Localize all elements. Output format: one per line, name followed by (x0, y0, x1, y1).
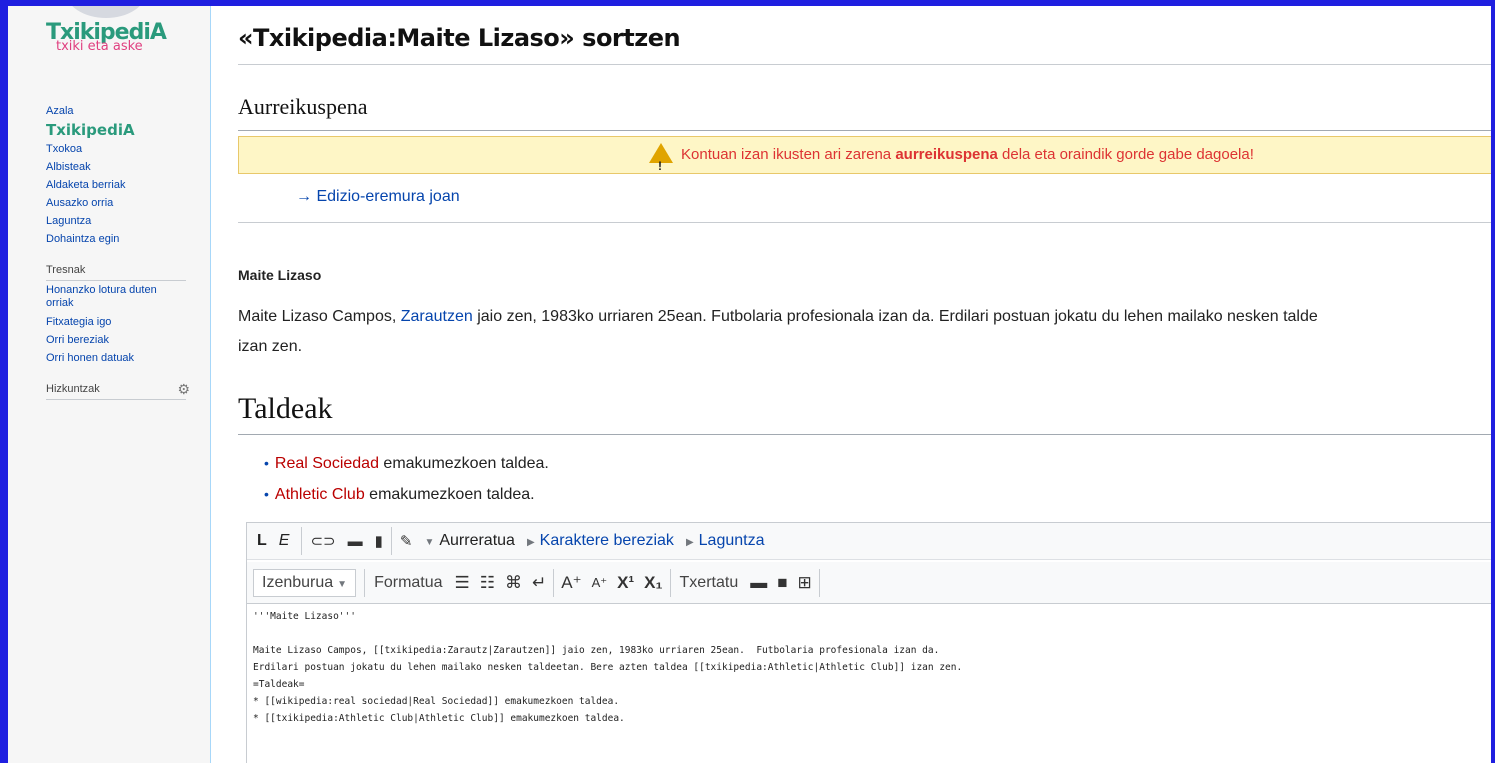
languages-heading-label: Hizkuntzak (46, 383, 100, 395)
image-icon[interactable]: ▬ (342, 533, 369, 550)
warning-text-bold: aurreikuspena (895, 146, 998, 163)
subscript-icon[interactable]: X₁ (639, 573, 667, 593)
preview-divider (238, 130, 1491, 131)
wikitext-line: Erdilari postuan jokatu du lehen mailako… (253, 662, 963, 673)
tools-item-page-info[interactable]: Orri honen datuak (46, 349, 196, 367)
para-text-3: izan zen. (238, 338, 303, 355)
heading-select-value: Izenburua (262, 573, 334, 591)
teams-list: • Real Sociedad emakumezkoen taldea. • Ath… (264, 448, 549, 510)
link-icon[interactable]: ⊂⊃ (304, 532, 341, 550)
nav-item-albisteak[interactable]: Albisteak (46, 158, 196, 176)
link-athletic-club[interactable]: Athletic Club (275, 486, 365, 503)
nav-item-dohaintza[interactable]: Dohaintza egin (46, 230, 196, 248)
main-content: «Txikipedia:Maite Lizaso» sortzen Aurrei… (238, 6, 1491, 763)
editor-toolbar-main: L E ⊂⊃ ▬ ▮ ✎ ▼ Aurreratua ▶ Karaktere bere… (247, 522, 1491, 560)
tools-heading: Tresnak (46, 264, 186, 281)
special-chars-label: Karaktere bereziak (539, 532, 674, 549)
tools-item-upload[interactable]: Fitxategia igo (46, 313, 196, 331)
section-heading-taldeak: Taldeak (238, 392, 333, 425)
editor-toolbar-advanced: Izenburua ▼ Formatua ☰ ☷ ⌘ ↵ A⁺ A⁺ X¹ X₁ … (247, 562, 1491, 604)
file-icon[interactable]: ▮ (369, 532, 389, 550)
goto-divider (238, 222, 1491, 223)
title-divider (238, 64, 1491, 65)
wikitext-line: * [[txikipedia:Athletic Club|Athletic Cl… (253, 713, 625, 724)
link-real-sociedad[interactable]: Real Sociedad (275, 455, 379, 472)
article-name-bold: Maite Lizaso (238, 267, 322, 283)
bullet-icon: • (264, 455, 269, 471)
redirect-icon[interactable]: ■ (772, 573, 792, 593)
big-text-icon[interactable]: A⁺ (556, 573, 586, 593)
nav-item-laguntza[interactable]: Laguntza (46, 212, 196, 230)
numbered-list-icon[interactable]: ☷ (475, 573, 500, 593)
warning-text-end: dela eta oraindik gorde gabe dagoela! (997, 146, 1254, 163)
link-zarautzen[interactable]: Zarautzen (401, 308, 473, 325)
nav-item-txokoa[interactable]: Txokoa (46, 140, 196, 158)
site-logo[interactable]: TxikipediA txiki eta aske (46, 20, 186, 76)
warning-icon (649, 143, 673, 184)
para-text-2: jaio zen, 1983ko urriaren 25ean. Futbola… (472, 308, 1318, 325)
preview-warning-box: Kontuan izan ikusten ari zarena aurreiku… (238, 136, 1491, 184)
nav-item-ausazko-orria[interactable]: Ausazko orria (46, 194, 196, 212)
bulleted-list-icon[interactable]: ☰ (450, 573, 475, 593)
insert-label: Txertatu (679, 573, 739, 591)
toolbar-separator (390, 527, 392, 555)
format-label: Formatua (374, 573, 443, 591)
chevron-right-icon: ▶ (685, 537, 694, 548)
bullet-icon: • (264, 486, 269, 502)
help-tab-label: Laguntza (698, 532, 765, 549)
signature-pencil-icon[interactable]: ✎ (394, 532, 419, 550)
warning-text-start: Kontuan izan ikusten ari zarena (681, 146, 896, 163)
help-tab[interactable]: ▶ Laguntza (680, 532, 771, 550)
logo-tagline: txiki eta aske (56, 39, 143, 54)
team-desc: emakumezkoen taldea. (364, 486, 535, 503)
nav-item-azala[interactable]: Azala (46, 102, 196, 120)
italic-button[interactable]: E (277, 526, 300, 556)
team-desc: emakumezkoen taldea. (378, 455, 549, 472)
article-paragraph: Maite Lizaso Campos, Zarautzen jaio zen,… (238, 302, 1491, 362)
heading-select[interactable]: Izenburua ▼ (253, 568, 357, 597)
bold-button[interactable]: L (247, 526, 277, 556)
gallery-icon[interactable]: ▬ (745, 573, 772, 593)
gear-icon[interactable]: ⚙ (177, 381, 190, 398)
toolbar-separator (818, 568, 820, 597)
toolbar-separator (364, 568, 366, 597)
chevron-right-icon: ▶ (526, 537, 535, 548)
list-item: • Real Sociedad emakumezkoen taldea. (264, 448, 549, 479)
wikitext-line: '''Maite Lizaso''' (253, 611, 356, 622)
para-text-1: Maite Lizaso Campos, (238, 308, 401, 325)
advanced-tab-label: Aurreratua (439, 532, 515, 549)
toolbar-separator (553, 568, 555, 597)
section-divider (238, 434, 1491, 435)
wikitext-line: =Taldeak= (253, 679, 305, 690)
advanced-tab[interactable]: ▼ Aurreratua (418, 532, 521, 550)
page-title: «Txikipedia:Maite Lizaso» sortzen (238, 24, 681, 52)
nav-item-txikipedia[interactable]: TxikipediA (46, 120, 196, 140)
newline-icon[interactable]: ↵ (527, 573, 551, 593)
chevron-down-icon: ▼ (424, 537, 435, 548)
sidebar: TxikipediA txiki eta aske Azala Txikiped… (8, 6, 211, 763)
superscript-icon[interactable]: X¹ (612, 573, 639, 593)
tools-item-special-pages[interactable]: Orri bereziak (46, 331, 196, 349)
sidebar-nav: Azala TxikipediA Txokoa Albisteak Aldake… (46, 102, 196, 400)
nav-item-aldaketa-berriak[interactable]: Aldaketa berriak (46, 176, 196, 194)
preview-heading: Aurreikuspena (238, 94, 368, 119)
toolbar-separator (669, 568, 671, 597)
tools-item-whatlinkshere[interactable]: Honanzko lotura duten orriak (46, 284, 186, 310)
languages-heading: Hizkuntzak ⚙ (46, 381, 190, 400)
wikitext-line (253, 625, 962, 642)
wikitext-editor: L E ⊂⊃ ▬ ▮ ✎ ▼ Aurreratua ▶ Karaktere bere… (246, 522, 1491, 763)
wikitext-line: * [[wikipedia:real sociedad|Real Socieda… (253, 696, 620, 707)
toolbar-separator (301, 527, 303, 555)
browser-frame: TxikipediA txiki eta aske Azala Txikiped… (0, 0, 1495, 763)
special-chars-tab[interactable]: ▶ Karaktere bereziak (521, 532, 680, 550)
small-text-icon[interactable]: A⁺ (587, 575, 613, 591)
table-icon[interactable]: ⊞ (793, 573, 817, 593)
wikitext-line: Maite Lizaso Campos, [[txikipedia:Zaraut… (253, 645, 940, 656)
chevron-down-icon: ▼ (337, 578, 348, 590)
goto-edit-area-link[interactable]: → Edizio-eremura joan (296, 188, 460, 206)
wikitext-textarea[interactable]: '''Maite Lizaso''' Maite Lizaso Campos, [… (253, 608, 962, 727)
logo-globe (66, 6, 146, 18)
nowiki-icon[interactable]: ⌘ (500, 573, 527, 593)
list-item: • Athletic Club emakumezkoen taldea. (264, 479, 549, 510)
